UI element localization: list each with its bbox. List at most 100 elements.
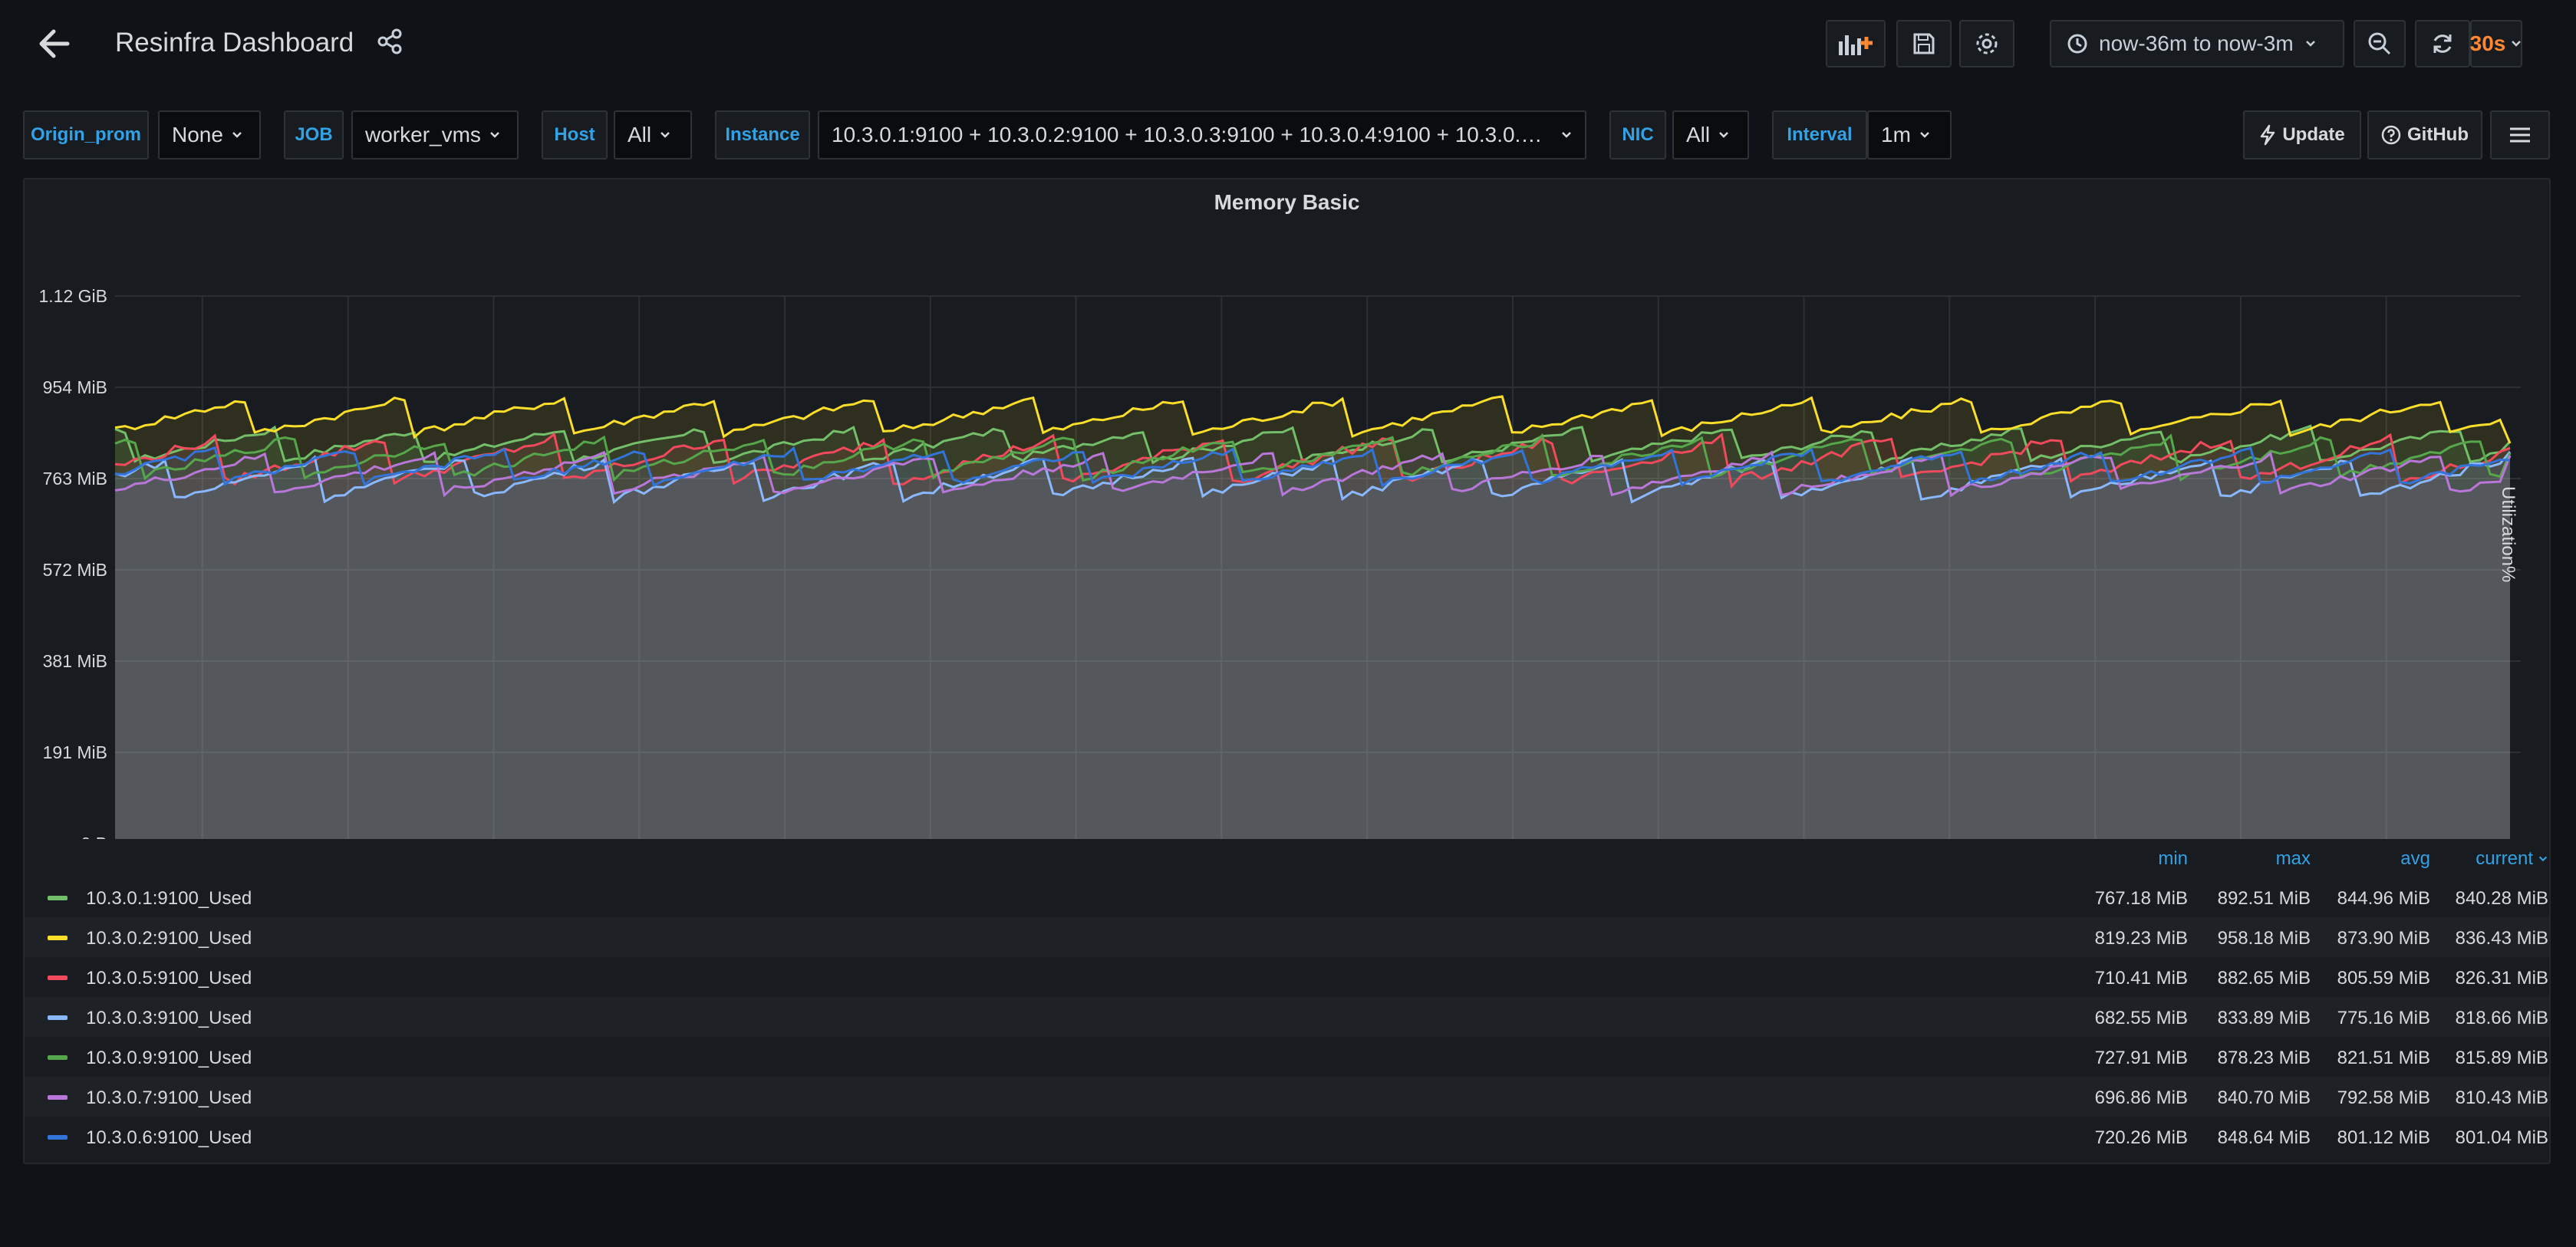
- series-name[interactable]: 10.3.0.3:9100_Used: [86, 1008, 252, 1029]
- legend-row[interactable]: 10.3.0.5:9100_Used 710.41 MiB 882.65 MiB…: [25, 957, 2549, 997]
- refresh-interval-label: 30s: [2469, 31, 2506, 55]
- series-name[interactable]: 10.3.0.1:9100_Used: [86, 888, 252, 910]
- series-max: 892.51 MiB: [2217, 888, 2311, 909]
- question-circle-icon: [2381, 125, 2401, 145]
- series-color-swatch[interactable]: [48, 1015, 68, 1020]
- gear-icon: [1976, 33, 1998, 54]
- series-color-swatch[interactable]: [48, 976, 68, 980]
- legend-row[interactable]: 10.3.0.3:9100_Used 682.55 MiB 833.89 MiB…: [25, 997, 2549, 1037]
- save-dashboard-button[interactable]: [1896, 20, 1952, 67]
- variable-select-instance[interactable]: 10.3.0.1:9100 + 10.3.0.2:9100 + 10.3.0.3…: [818, 110, 1586, 160]
- series-current: 826.31 MiB: [2455, 968, 2548, 989]
- y-tick-label: 572 MiB: [43, 560, 107, 580]
- y-tick-label: 381 MiB: [43, 651, 107, 671]
- series-current: 818.66 MiB: [2455, 1008, 2548, 1028]
- right-y-axis-label: Utilization%: [2498, 486, 2518, 583]
- legend-row[interactable]: 10.3.0.6:9100_Used 720.26 MiB 848.64 MiB…: [25, 1117, 2549, 1157]
- add-panel-button[interactable]: [1826, 20, 1886, 67]
- back-arrow-icon[interactable]: [31, 23, 77, 64]
- variable-value: 1m: [1881, 123, 1911, 146]
- chevron-down-icon: [1562, 132, 1571, 138]
- zoom-out-button[interactable]: [2354, 20, 2406, 67]
- share-icon[interactable]: [376, 28, 407, 58]
- series-current: 810.43 MiB: [2455, 1087, 2548, 1108]
- series-name[interactable]: 10.3.0.2:9100_Used: [86, 928, 252, 949]
- y-tick-label: 1.12 GiB: [39, 286, 108, 306]
- chevron-down-icon: [1719, 132, 1729, 138]
- variable-select-job[interactable]: worker_vms: [351, 110, 519, 160]
- update-link-button[interactable]: Update: [2243, 110, 2361, 160]
- series-max: 882.65 MiB: [2217, 968, 2311, 989]
- variable-value: All: [628, 123, 652, 146]
- dashboard-title[interactable]: Resinfra Dashboard: [115, 28, 354, 58]
- dashboard-settings-button[interactable]: [1959, 20, 2014, 67]
- bolt-icon: [2261, 124, 2275, 146]
- legend-row[interactable]: 10.3.0.9:9100_Used 727.91 MiB 878.23 MiB…: [25, 1037, 2549, 1077]
- series-min: 696.86 MiB: [2094, 1087, 2188, 1108]
- series-name[interactable]: 10.3.0.9:9100_Used: [86, 1048, 252, 1069]
- legend-row[interactable]: 10.3.0.2:9100_Used 819.23 MiB 958.18 MiB…: [25, 917, 2549, 957]
- series-avg: 821.51 MiB: [2337, 1048, 2430, 1068]
- variable-select-nic[interactable]: All: [1672, 110, 1749, 160]
- series-min: 682.55 MiB: [2094, 1008, 2188, 1028]
- legend-header-current[interactable]: current: [2418, 848, 2548, 870]
- series-color-swatch[interactable]: [48, 1095, 68, 1100]
- chevron-down-icon: [490, 132, 499, 138]
- variable-select-host[interactable]: All: [614, 110, 692, 160]
- series-max: 848.64 MiB: [2217, 1127, 2311, 1148]
- memory-basic-panel: Memory Basic 0 B191 MiB381 MiB572 MiB763…: [23, 178, 2551, 1164]
- series-avg: 844.96 MiB: [2337, 888, 2430, 909]
- add-panel-icon: [1839, 35, 1873, 55]
- refresh-button[interactable]: [2415, 20, 2470, 67]
- save-icon: [1913, 33, 1935, 54]
- current-label: current: [2476, 848, 2533, 869]
- series-color-swatch[interactable]: [48, 1055, 68, 1060]
- y-tick-label: 191 MiB: [43, 742, 107, 762]
- series-avg: 873.90 MiB: [2337, 928, 2430, 949]
- github-label: GitHub: [2407, 124, 2469, 145]
- variable-select-origin-prom[interactable]: None: [158, 110, 261, 160]
- variable-label-origin-prom: Origin_prom: [23, 110, 149, 160]
- variable-value: 10.3.0.1:9100 + 10.3.0.2:9100 + 10.3.0.3…: [832, 123, 1553, 146]
- series-name[interactable]: 10.3.0.7:9100_Used: [86, 1087, 252, 1109]
- series-avg: 805.59 MiB: [2337, 968, 2430, 989]
- series-max: 878.23 MiB: [2217, 1048, 2311, 1068]
- series-min: 710.41 MiB: [2094, 968, 2188, 989]
- memory-chart[interactable]: 0 B191 MiB381 MiB572 MiB763 MiB954 MiB1.…: [25, 225, 2548, 839]
- github-link-button[interactable]: GitHub: [2367, 110, 2482, 160]
- variable-label-nic: NIC: [1609, 110, 1666, 160]
- series-current: 815.89 MiB: [2455, 1048, 2548, 1068]
- series-min: 767.18 MiB: [2094, 888, 2188, 909]
- series-color-swatch[interactable]: [48, 896, 68, 900]
- dashboard-menu-button[interactable]: [2490, 110, 2550, 160]
- series-color-swatch[interactable]: [48, 936, 68, 940]
- series-name[interactable]: 10.3.0.6:9100_Used: [86, 1127, 252, 1149]
- variable-label-host: Host: [542, 110, 608, 160]
- series-name[interactable]: 10.3.0.5:9100_Used: [86, 968, 252, 989]
- series-min: 727.91 MiB: [2094, 1048, 2188, 1068]
- y-tick-label: 954 MiB: [43, 377, 107, 397]
- series-avg: 801.12 MiB: [2337, 1127, 2430, 1148]
- series-current: 836.43 MiB: [2455, 928, 2548, 949]
- hamburger-menu-icon: [2510, 127, 2530, 143]
- refresh-interval-picker[interactable]: 30s: [2470, 20, 2522, 67]
- series-avg: 792.58 MiB: [2337, 1087, 2430, 1108]
- panel-title[interactable]: Memory Basic: [25, 190, 2549, 215]
- series-area: [115, 447, 2510, 839]
- top-navbar: Resinfra Dashboard now-36m to now-3m 30s: [0, 0, 2576, 86]
- legend-header-avg[interactable]: avg: [2292, 848, 2430, 870]
- zoom-out-icon: [2368, 32, 2391, 55]
- chevron-down-icon: [2305, 41, 2315, 47]
- chevron-down-icon: [232, 132, 242, 138]
- legend-header-min[interactable]: min: [2050, 848, 2188, 870]
- legend-header: min max avg current: [25, 837, 2549, 877]
- legend-row[interactable]: 10.3.0.1:9100_Used 767.18 MiB 892.51 MiB…: [25, 877, 2549, 917]
- series-color-swatch[interactable]: [48, 1135, 68, 1140]
- variable-select-interval[interactable]: 1m: [1867, 110, 1952, 160]
- time-range-picker[interactable]: now-36m to now-3m: [2050, 20, 2344, 67]
- legend-header-max[interactable]: max: [2172, 848, 2311, 870]
- series-current: 801.04 MiB: [2455, 1127, 2548, 1148]
- series-avg: 775.16 MiB: [2337, 1008, 2430, 1028]
- variable-value: worker_vms: [365, 123, 481, 146]
- legend-row[interactable]: 10.3.0.7:9100_Used 696.86 MiB 840.70 MiB…: [25, 1077, 2549, 1117]
